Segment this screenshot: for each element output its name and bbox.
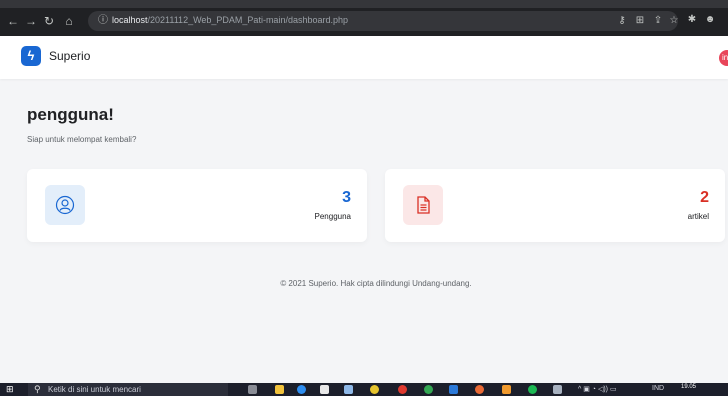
language-indicator[interactable]: IND — [652, 385, 664, 392]
articles-count: 2 — [700, 189, 709, 206]
avatar[interactable]: in — [719, 50, 728, 66]
windows-taskbar: ⊞ ⚲ Ketik di sini untuk mencari ^ ▣ ◔ ◁)… — [0, 383, 728, 396]
articles-stat-card: 2 artikel — [385, 169, 725, 242]
taskbar-search-input[interactable]: Ketik di sini untuk mencari — [48, 385, 141, 394]
key-icon[interactable]: ⚷ — [616, 15, 628, 27]
task-view-icon[interactable] — [248, 385, 257, 394]
url-text: localhost/20211112_Web_PDAM_Pati-main/da… — [112, 15, 348, 25]
browser-chrome: ← → ↻ ⌂ ⓘ localhost/20211112_Web_PDAM_Pa… — [0, 0, 728, 36]
app-icon[interactable] — [370, 385, 379, 394]
word-icon[interactable] — [449, 385, 458, 394]
bookmark-star-icon[interactable]: ☆ — [668, 15, 680, 27]
search-icon: ⚲ — [34, 384, 41, 394]
users-stat-card: 3 Pengguna — [27, 169, 367, 242]
articles-label: artikel — [687, 212, 709, 221]
back-icon[interactable]: ← — [6, 14, 20, 28]
page-title: pengguna! — [27, 105, 114, 124]
site-info-icon[interactable]: ⓘ — [96, 14, 110, 28]
share-icon[interactable]: ⇪ — [652, 15, 664, 27]
reload-icon[interactable]: ↻ — [42, 14, 56, 28]
app-header — [0, 36, 728, 79]
opera-icon[interactable] — [398, 385, 407, 394]
chrome-icon[interactable] — [424, 385, 433, 394]
app-icon-2[interactable] — [553, 385, 562, 394]
home-icon[interactable]: ⌂ — [62, 14, 76, 28]
profile-icon[interactable]: ☻ — [704, 14, 716, 26]
users-count: 3 — [342, 189, 351, 206]
user-icon — [45, 185, 85, 225]
file-explorer-icon[interactable] — [275, 385, 284, 394]
clock[interactable]: 19.05 — [681, 384, 696, 390]
chrome-active-icon[interactable] — [475, 385, 484, 394]
url-path: /20211112_Web_PDAM_Pati-main/dashboard.p… — [147, 15, 348, 25]
tray-icons[interactable]: ^ ▣ ◔ ◁)) ▭ — [578, 385, 617, 393]
users-label: Pengguna — [314, 212, 351, 221]
page-subtitle: Siap untuk melompat kembali? — [27, 135, 137, 144]
spotify-icon[interactable] — [528, 385, 537, 394]
cloud-icon[interactable] — [344, 385, 353, 394]
address-bar[interactable]: ⓘ localhost/20211112_Web_PDAM_Pati-main/… — [88, 11, 678, 31]
store-icon[interactable] — [320, 385, 329, 394]
extensions-icon[interactable]: ✱ — [686, 14, 698, 26]
windows-start-icon[interactable]: ⊞ — [6, 385, 16, 394]
edge-icon[interactable] — [297, 385, 306, 394]
forward-icon[interactable]: → — [24, 14, 38, 28]
document-icon — [403, 185, 443, 225]
superio-logo-icon[interactable]: ϟ — [21, 46, 41, 66]
translate-icon[interactable]: ⊞ — [634, 15, 646, 27]
taskbar-search[interactable]: ⚲ Ketik di sini untuk mencari — [28, 383, 228, 396]
tab-strip — [0, 0, 728, 8]
xampp-icon[interactable] — [502, 385, 511, 394]
footer-copyright: © 2021 Superio. Hak cipta dilindungi Und… — [280, 279, 472, 288]
brand-name[interactable]: Superio — [49, 49, 90, 63]
url-host: localhost — [112, 15, 148, 25]
